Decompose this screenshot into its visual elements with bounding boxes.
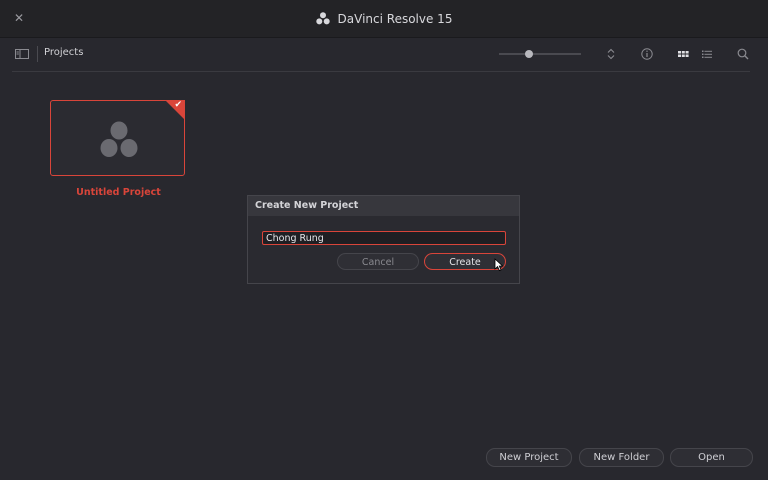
search-icon[interactable] bbox=[736, 47, 750, 61]
toolbar-divider bbox=[12, 71, 750, 72]
cancel-button[interactable]: Cancel bbox=[337, 253, 419, 270]
window-title: DaVinci Resolve 15 bbox=[337, 11, 453, 26]
sort-icon[interactable] bbox=[604, 47, 618, 61]
toolbar-separator bbox=[37, 46, 38, 62]
mouse-cursor-icon bbox=[494, 258, 504, 272]
list-view-icon[interactable] bbox=[700, 47, 714, 61]
zoom-slider[interactable] bbox=[499, 47, 581, 61]
create-project-dialog: Create New Project Cancel Create bbox=[247, 195, 520, 284]
dialog-header: Create New Project bbox=[248, 196, 519, 216]
zoom-slider-track bbox=[499, 53, 581, 55]
project-name-input[interactable] bbox=[262, 231, 506, 245]
project-manager-window: ✕ DaVinci Resolve 15 Projects ✔ Untitled… bbox=[0, 0, 768, 480]
breadcrumb[interactable]: Projects bbox=[44, 47, 83, 58]
check-icon: ✔ bbox=[174, 100, 182, 110]
dialog-title: Create New Project bbox=[255, 200, 359, 211]
grid-view-icon[interactable] bbox=[676, 47, 690, 61]
open-button[interactable]: Open bbox=[670, 448, 753, 467]
info-icon[interactable] bbox=[640, 47, 654, 61]
project-name[interactable]: Untitled Project bbox=[50, 187, 187, 198]
zoom-slider-knob[interactable] bbox=[525, 50, 534, 58]
title-group: DaVinci Resolve 15 bbox=[0, 0, 768, 37]
davinci-logo-icon bbox=[315, 12, 330, 25]
project-thumbnail-icon bbox=[100, 121, 138, 157]
new-project-button[interactable]: New Project bbox=[486, 448, 572, 467]
new-folder-button[interactable]: New Folder bbox=[579, 448, 664, 467]
project-card[interactable]: ✔ bbox=[50, 100, 185, 176]
sidebar-toggle-icon[interactable] bbox=[15, 49, 29, 59]
